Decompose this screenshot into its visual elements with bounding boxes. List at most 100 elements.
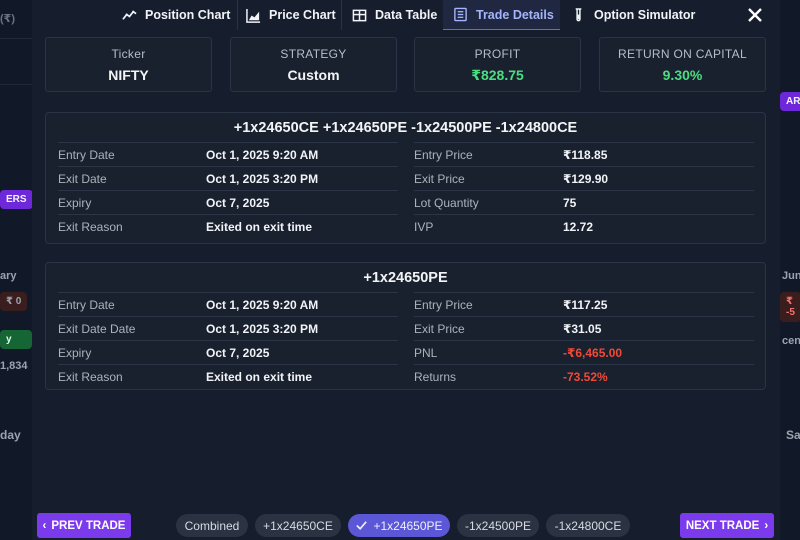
chip-leg[interactable]: -1x24500PE (457, 514, 539, 537)
leg-trade-card: +1x24650PE Entry Date Oct 1, 2025 9:20 A… (45, 262, 766, 390)
background-pill: y (0, 330, 32, 349)
tab-position-chart[interactable]: Position Chart (122, 0, 230, 30)
close-icon (748, 8, 762, 22)
detail-row: Exit Reason Exited on exit time (58, 365, 398, 389)
trade-details-modal: Position Chart Price Chart Data Table Tr… (32, 0, 780, 540)
next-trade-label: NEXT TRADE (685, 519, 760, 532)
chip-label: Combined (184, 518, 240, 533)
detail-key: Entry Price (414, 148, 473, 162)
detail-row: IVP 12.72 (414, 215, 754, 239)
detail-row: Exit Price ₹129.90 (414, 167, 754, 191)
stat-label: PROFIT (474, 47, 521, 61)
tab-label: Trade Details (476, 7, 554, 22)
detail-key: Entry Date (58, 298, 115, 312)
document-list-icon (454, 7, 467, 22)
chip-leg[interactable]: +1x24650CE (255, 514, 341, 537)
detail-key: Exit Reason (58, 370, 123, 384)
detail-value: 75 (563, 196, 577, 210)
chip-label: -1x24500PE (464, 518, 532, 533)
stat-ticker: Ticker NIFTY (45, 37, 212, 92)
stat-profit: PROFIT ₹828.75 (414, 37, 581, 92)
background-text: June (782, 270, 800, 282)
close-button[interactable] (745, 5, 765, 25)
background-pill: ERS (0, 190, 33, 209)
card-title: +1x24650PE (363, 270, 448, 286)
pnl-value: -₹6,465.00 (563, 346, 623, 360)
detail-row: Exit Date Date Oct 1, 2025 3:20 PM (58, 317, 398, 341)
stat-value: ₹828.75 (471, 67, 524, 83)
background-pill: ₹ -5 (780, 292, 800, 322)
tab-data-table[interactable]: Data Table (352, 0, 437, 30)
detail-key: PNL (414, 346, 438, 360)
detail-value: Exited on exit time (206, 370, 313, 384)
checkmark-icon (356, 521, 368, 530)
detail-row: Exit Reason Exited on exit time (58, 215, 398, 239)
background-text: Sa (786, 428, 800, 442)
tab-label: Position Chart (145, 8, 231, 22)
test-tube-icon (575, 7, 582, 21)
chip-label: +1x24650CE (263, 518, 333, 533)
chip-label: +1x24650PE (373, 518, 443, 533)
detail-key: Expiry (58, 346, 92, 360)
background-pill: ₹ 0 (0, 292, 28, 311)
background-text: ary (0, 270, 17, 282)
detail-key: Entry Price (414, 298, 473, 312)
returns-value: -73.52% (563, 370, 608, 384)
background-text: day (0, 428, 21, 442)
detail-value: Exited on exit time (206, 220, 313, 234)
table-icon (352, 9, 367, 21)
detail-row: Exit Price ₹31.05 (414, 317, 754, 341)
detail-value: Oct 1, 2025 3:20 PM (206, 322, 319, 336)
detail-row: PNL -₹6,465.00 (414, 341, 754, 365)
stat-label: RETURN ON CAPITAL (618, 47, 747, 61)
detail-row: Entry Price ₹117.25 (414, 293, 754, 317)
detail-key: Exit Price (414, 172, 465, 186)
stat-return-on-capital: RETURN ON CAPITAL 9.30% (599, 37, 766, 92)
chip-leg[interactable]: -1x24800CE (546, 514, 630, 537)
detail-value: ₹118.85 (563, 148, 608, 162)
area-chart-icon (246, 8, 261, 23)
detail-key: Expiry (58, 196, 92, 210)
detail-key: Exit Price (414, 322, 465, 336)
detail-key: Returns (414, 370, 457, 384)
stat-strategy: STRATEGY Custom (230, 37, 397, 92)
combined-trade-card: +1x24650CE +1x24650PE -1x24500PE -1x2480… (45, 112, 766, 244)
trend-line-icon (122, 10, 137, 20)
detail-row: Entry Date Oct 1, 2025 9:20 AM (58, 293, 398, 317)
tab-bar: Position Chart Price Chart Data Table Tr… (32, 0, 780, 30)
stat-value: Custom (287, 67, 340, 83)
tab-trade-details[interactable]: Trade Details (443, 0, 560, 30)
detail-value: Oct 1, 2025 9:20 AM (206, 298, 319, 312)
detail-row: Lot Quantity 75 (414, 191, 754, 215)
tab-option-simulator[interactable]: Option Simulator (571, 0, 695, 30)
detail-value: ₹129.90 (563, 172, 609, 186)
chip-combined[interactable]: Combined (176, 514, 248, 537)
detail-value: ₹31.05 (563, 322, 602, 336)
stat-label: STRATEGY (280, 47, 347, 61)
detail-value: Oct 7, 2025 (206, 346, 270, 360)
detail-row: Entry Price ₹118.85 (414, 143, 754, 167)
tab-label: Data Table (375, 8, 438, 22)
detail-value: ₹117.25 (563, 298, 608, 312)
background-pill: ART (780, 92, 800, 111)
next-trade-button[interactable]: NEXT TRADE › (680, 513, 774, 538)
card-title: +1x24650CE +1x24650PE -1x24500PE -1x2480… (233, 120, 578, 136)
stat-label: Ticker (111, 47, 146, 61)
detail-row: Entry Date Oct 1, 2025 9:20 AM (58, 143, 398, 167)
detail-row: Expiry Oct 7, 2025 (58, 191, 398, 215)
detail-value: Oct 1, 2025 9:20 AM (206, 148, 319, 162)
detail-value: Oct 1, 2025 3:20 PM (206, 172, 319, 186)
prev-trade-button[interactable]: ‹ PREV TRADE (37, 513, 131, 538)
detail-key: Exit Date (58, 172, 107, 186)
background-text: 1,834 (0, 360, 28, 372)
detail-key: Entry Date (58, 148, 115, 162)
detail-key: Lot Quantity (414, 196, 479, 210)
tab-label: Option Simulator (594, 8, 696, 22)
detail-key: Exit Reason (58, 220, 123, 234)
chip-leg-active[interactable]: +1x24650PE (348, 514, 450, 537)
stat-value: NIFTY (108, 67, 149, 83)
chevron-right-icon: › (764, 519, 769, 532)
detail-key: Exit Date Date (58, 322, 136, 336)
detail-key: IVP (414, 220, 434, 234)
tab-price-chart[interactable]: Price Chart (246, 0, 336, 30)
